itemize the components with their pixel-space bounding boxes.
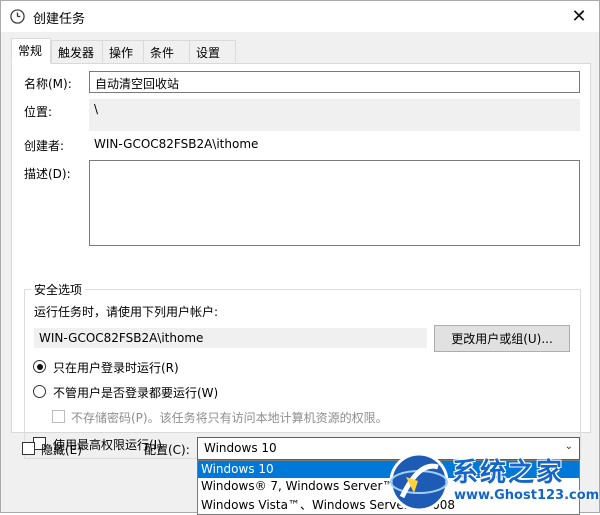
name-field[interactable]: 自动清空回收站: [89, 71, 580, 93]
dont-store-password-checkbox[interactable]: [52, 410, 65, 423]
chevron-down-icon: ⌄: [564, 441, 573, 452]
location-value: \: [89, 99, 580, 131]
window-title: 创建任务: [33, 12, 86, 27]
tab-triggers[interactable]: 触发器: [51, 40, 103, 62]
hidden-label: 隐藏(E): [41, 443, 82, 457]
security-options-group: 安全选项 运行任务时，请使用下列用户帐户: WIN-GCOC82FSB2A\it…: [24, 281, 581, 459]
run-whether-logged-on-radio[interactable]: [33, 385, 46, 398]
tab-conditions[interactable]: 条件: [143, 40, 190, 62]
configure-select[interactable]: Windows 10 ⌄: [197, 437, 580, 460]
tab-actions[interactable]: 操作: [102, 40, 144, 62]
configure-option-win7[interactable]: Windows® 7, Windows Server™ 2008 R2: [198, 478, 579, 495]
configure-dropdown-list: Windows 10 Windows® 7, Windows Server™ 2…: [197, 460, 580, 515]
general-tab-page: 名称(M): 自动清空回收站 位置: \ 创建者: WIN-GCOC82FSB2…: [11, 63, 591, 459]
hidden-checkbox[interactable]: [22, 442, 35, 455]
description-label: 描述(D):: [24, 167, 71, 181]
location-label: 位置:: [24, 105, 53, 119]
dont-store-password-label: 不存储密码(P)。该任务将只有访问本地计算机资源的权限。: [71, 411, 388, 425]
security-options-legend: 安全选项: [31, 281, 86, 298]
tab-general[interactable]: 常规: [11, 38, 51, 64]
user-account-value: WIN-GCOC82FSB2A\ithome: [34, 328, 427, 348]
title-bar: 创建任务 ✕: [1, 1, 599, 32]
close-button[interactable]: ✕: [559, 1, 599, 31]
author-label: 创建者:: [24, 139, 65, 153]
create-task-window: 创建任务 ✕ 常规 触发器 操作 条件 设置 名称(M): 自动清空回收站 位置…: [0, 0, 600, 515]
run-when-logged-on-radio[interactable]: [33, 360, 46, 373]
run-when-logged-on-label: 只在用户登录时运行(R): [53, 361, 179, 375]
run-whether-logged-on-label: 不管用户是否登录都要运行(W): [53, 386, 219, 400]
run-as-label: 运行任务时，请使用下列用户帐户:: [34, 305, 219, 319]
description-field[interactable]: [89, 160, 580, 246]
tab-settings[interactable]: 设置: [189, 40, 236, 62]
dialog-body: 常规 触发器 操作 条件 设置 名称(M): 自动清空回收站 位置: \ 创建者…: [1, 32, 599, 515]
configure-option-vista[interactable]: Windows Vista™、Windows Server™ 2008: [198, 495, 579, 512]
name-label: 名称(M):: [24, 77, 72, 91]
change-user-button[interactable]: 更改用户或组(U)...: [434, 325, 570, 352]
configure-label: 配置(C):: [144, 443, 190, 457]
close-icon: ✕: [571, 5, 587, 27]
configure-option-win10[interactable]: Windows 10: [198, 461, 579, 478]
author-value: WIN-GCOC82FSB2A\ithome: [94, 137, 259, 151]
clock-icon: [10, 9, 25, 24]
